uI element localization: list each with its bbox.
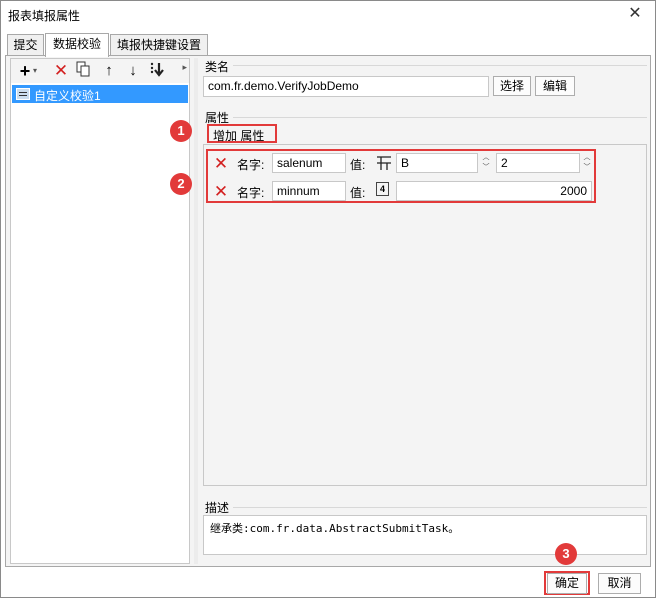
class-name-field[interactable]: com.fr.demo.VerifyJobDemo [203,76,489,97]
arrow-up-icon[interactable]: ↑ [99,61,119,81]
validation-detail-panel: 类名 com.fr.demo.VerifyJobDemo 选择 编辑 属性 增加… [199,56,650,566]
name-label: 名字: [237,186,265,200]
move-bottom-icon[interactable] [147,61,167,81]
property-name-field[interactable]: salenum [272,153,346,173]
value-label: 值: [350,158,366,172]
annotation-badge-2: 2 [170,173,192,195]
select-button[interactable]: 选择 [493,76,531,96]
delete-icon[interactable]: ✕ [212,183,230,201]
tab-panel: + ▾ ✕ ↑ ↓ ▸ 自定义校验1 类名 com.fr.demo.Verify… [5,55,651,567]
properties-area: ✕ 名字: salenum 值: B ︿ ﹀ 2 ︿ ﹀ ✕ 名字: minnum … [203,144,647,486]
panel-splitter[interactable] [194,58,198,564]
tab-submit[interactable]: 提交 [7,34,44,56]
annotation-badge-1: 1 [170,120,192,142]
close-icon[interactable]: ✕ [625,4,645,24]
divider [233,65,647,66]
name-label: 名字: [237,158,265,172]
class-name-label: 类名 [205,60,230,74]
edit-button[interactable]: 编辑 [535,76,575,96]
ok-button[interactable]: 确定 [547,573,587,594]
chevron-down-icon[interactable]: ▾ [31,61,39,81]
description-text: 继承类:com.fr.data.AbstractSubmitTask。 [203,515,647,555]
column-stepper[interactable]: ︿ ﹀ [480,153,492,173]
property-value-field[interactable]: 2000 [396,181,592,201]
arrow-down-icon[interactable]: ↓ [123,61,143,81]
tab-shortcut-settings[interactable]: 填报快捷键设置 [110,34,208,56]
divider [233,507,647,508]
tab-data-validation[interactable]: 数据校验 [45,33,109,57]
validation-list-panel: + ▾ ✕ ↑ ↓ ▸ 自定义校验1 [10,58,190,564]
list-toolbar: + ▾ ✕ ↑ ↓ ▸ [11,59,189,83]
validation-item-icon [16,88,30,100]
annotation-badge-3: 3 [555,543,577,565]
number-type-icon[interactable]: 4 [376,182,389,196]
window-title: 报表填报属性 [8,9,81,23]
cell-row-field[interactable]: 2 [496,153,580,173]
cell-type-icon[interactable] [376,155,392,171]
copy-icon[interactable] [73,61,93,81]
list-item-label: 自定义校验1 [34,89,101,103]
delete-icon[interactable]: ✕ [212,155,230,173]
add-property-button[interactable]: 增加 属性 [213,127,264,144]
description-label: 描述 [205,501,230,515]
cell-column-field[interactable]: B [396,153,478,173]
cancel-button[interactable]: 取消 [598,573,641,594]
toolbar-overflow-icon[interactable]: ▸ [182,62,187,73]
delete-icon[interactable]: ✕ [51,61,71,81]
row-stepper[interactable]: ︿ ﹀ [581,153,593,173]
property-name-field[interactable]: minnum [272,181,346,201]
value-label: 值: [350,186,366,200]
title-bar: 报表填报属性 ✕ [1,1,655,29]
divider [233,117,647,118]
dialog-window: 报表填报属性 ✕ 提交 数据校验 填报快捷键设置 + ▾ ✕ ↑ ↓ ▸ 自定义… [0,0,656,598]
list-item[interactable]: 自定义校验1 [12,85,188,103]
